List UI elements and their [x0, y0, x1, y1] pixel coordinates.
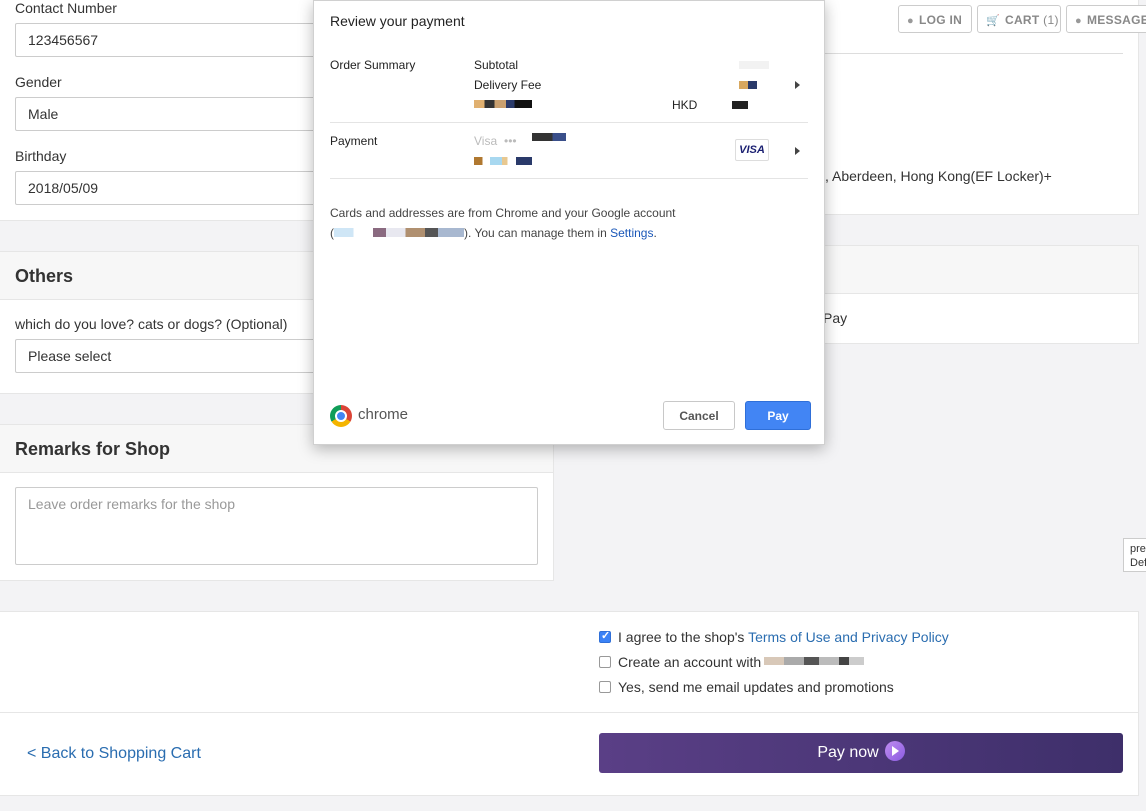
remarks-textarea[interactable]: Leave order remarks for the shop — [15, 487, 538, 565]
back-to-cart-link[interactable]: < Back to Shopping Cart — [27, 745, 201, 763]
chevron-right-icon — [795, 81, 800, 89]
order-summary-row[interactable]: Order Summary Subtotal Delivery Fee HKD — [314, 51, 824, 121]
contact-number-label: Contact Number — [15, 0, 117, 16]
note-line-1: Cards and addresses are from Chrome and … — [330, 206, 676, 220]
login-label: LOG IN — [918, 13, 963, 27]
chevron-right-icon — [795, 147, 800, 155]
card-mask-dots: ••• — [504, 134, 517, 148]
redacted-card-number — [532, 133, 566, 141]
chrome-wordmark: chrome — [358, 406, 409, 423]
redacted-subtotal-amount — [739, 61, 769, 69]
cart-label: CART — [1005, 13, 1040, 27]
email-updates-label: Yes, send me email updates and promotion… — [618, 679, 894, 695]
payment-method-header — [814, 245, 1139, 294]
payment-source-note: Cards and addresses are from Chrome and … — [330, 203, 750, 243]
others-title: Others — [15, 266, 74, 286]
user-icon: ● — [907, 15, 914, 27]
redacted-delivery-amount — [739, 81, 757, 89]
delivery-fee-label: Delivery Fee — [474, 78, 542, 92]
payment-method-text: Pay — [823, 310, 848, 326]
order-summary-label: Order Summary — [330, 58, 416, 72]
redacted-total-amount — [732, 101, 748, 109]
message-button[interactable]: ● MESSAGE — [1066, 5, 1146, 33]
redacted-account-email — [334, 228, 464, 237]
terms-checkbox[interactable] — [599, 629, 611, 643]
shipping-address-text: x, Aberdeen, Hong Kong(EF Locker)+ — [818, 168, 1052, 184]
email-updates-checkbox[interactable] — [599, 681, 611, 693]
birthday-input[interactable]: 2018/05/09 — [15, 171, 325, 205]
terms-prefix: I agree to the shop's — [618, 629, 749, 645]
payment-row[interactable]: Payment Visa ••• VISA — [314, 123, 824, 178]
remarks-title: Remarks for Shop — [15, 439, 171, 459]
payment-label: Payment — [330, 134, 378, 148]
terms-label: I agree to the shop's Terms of Use and P… — [618, 629, 949, 645]
gender-select[interactable]: Male — [15, 97, 325, 131]
chat-icon: ● — [1075, 15, 1082, 27]
tooltip-line-1: pre — [1130, 543, 1146, 555]
create-account-checkbox[interactable] — [599, 656, 611, 668]
arrow-badge-icon — [884, 741, 905, 762]
note-period: . — [653, 226, 657, 240]
birthday-label: Birthday — [15, 148, 67, 164]
shipping-divider — [825, 53, 1123, 54]
card-brand-label: Visa — [474, 134, 498, 148]
login-button[interactable]: ● LOG IN — [898, 5, 972, 33]
redacted-shop-name — [764, 657, 864, 665]
chrome-logo-icon — [330, 405, 352, 427]
tooltip-popup: pre Def — [1123, 538, 1146, 572]
visa-card-icon: VISA — [735, 139, 769, 161]
message-label: MESSAGE — [1086, 13, 1146, 27]
pet-question-label: which do you love? cats or dogs? (Option… — [15, 316, 288, 332]
cart-button[interactable]: 🛒 CART (1) — [977, 5, 1061, 33]
redacted-cardholder — [474, 157, 532, 165]
cart-icon: 🛒 — [986, 15, 1000, 27]
pay-button[interactable]: Pay — [745, 401, 811, 430]
dialog-divider — [330, 178, 808, 179]
redacted-total-label — [474, 100, 532, 108]
payment-review-dialog: Review your payment Order Summary Subtot… — [313, 0, 825, 445]
pay-now-label: Pay now — [817, 744, 879, 761]
subtotal-label: Subtotal — [474, 58, 519, 72]
tooltip-line-2: Def — [1130, 557, 1146, 569]
pet-select[interactable]: Please select — [15, 339, 325, 373]
cancel-button[interactable]: Cancel — [663, 401, 735, 430]
agreements-panel — [0, 611, 1139, 713]
settings-link[interactable]: Settings — [610, 226, 653, 240]
pay-now-button[interactable]: Pay now — [599, 733, 1123, 773]
note-line-2: (). You can manage them in Settings. — [330, 223, 750, 243]
terms-link[interactable]: Terms of Use and Privacy Policy — [748, 629, 949, 645]
note-manage-text: ). You can manage them in — [464, 226, 611, 240]
remarks-placeholder: Leave order remarks for the shop — [28, 496, 235, 512]
dialog-title: Review your payment — [330, 13, 465, 29]
gender-label: Gender — [15, 74, 62, 90]
currency-label: HKD — [672, 98, 698, 112]
contact-number-input[interactable]: 123456567 — [15, 23, 325, 57]
cart-count: (1) — [1043, 13, 1059, 27]
create-account-label: Create an account with — [618, 654, 762, 670]
payment-method-panel — [814, 293, 1139, 344]
